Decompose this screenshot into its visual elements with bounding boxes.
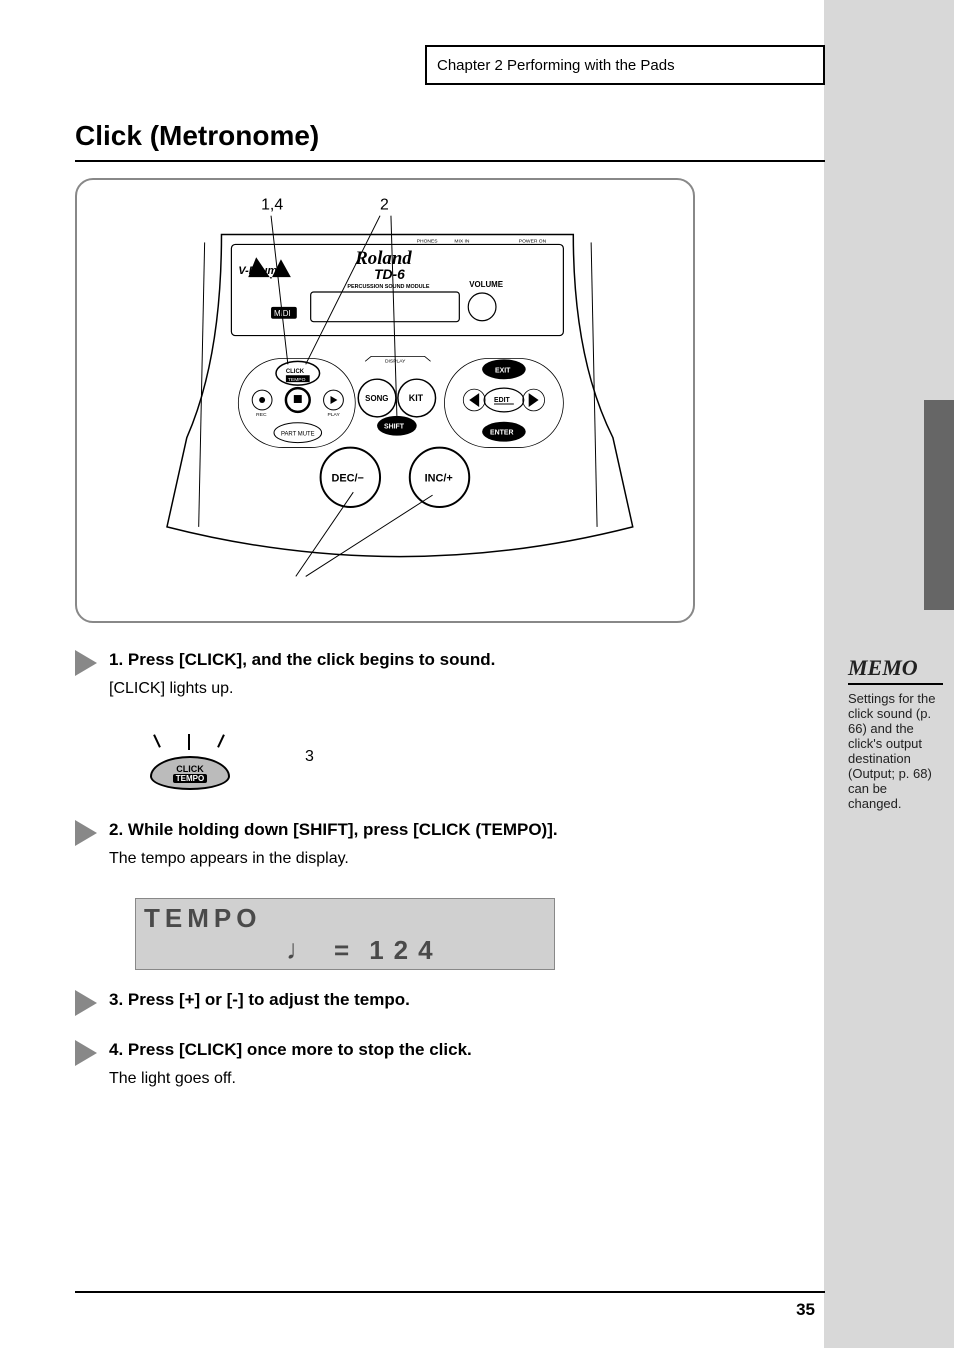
rec-label: REC (256, 412, 267, 418)
chapter-title-text: Chapter 2 Performing with the Pads (437, 57, 675, 74)
device-lcd (311, 292, 460, 322)
callout-line-3b (306, 495, 433, 576)
left-arrow-icon (469, 393, 479, 407)
kit-label: KIT (409, 393, 424, 403)
step-4-line: Press [CLICK] once more to stop the clic… (128, 1040, 472, 1059)
subtitle-text: PERCUSSION SOUND MODULE (347, 284, 430, 290)
step-3-line: Press [+] or [-] to adjust the tempo. (128, 990, 410, 1009)
stop-label-inside: STOP (291, 405, 305, 411)
step-4-row: 4. Press [CLICK] once more to stop the c… (75, 1038, 695, 1090)
phones-label: PHONES (417, 238, 439, 244)
page-number: 35 (796, 1300, 815, 1320)
step-2-number: 2. (109, 820, 128, 839)
step-1-line: Press [CLICK], and the click begins to s… (128, 650, 495, 669)
step-2-sub: The tempo appears in the display. (109, 848, 558, 870)
device-left-edge (199, 242, 205, 526)
step-3-row: 3. Press [+] or [-] to adjust the tempo. (75, 988, 695, 1016)
side-dark-tab (924, 400, 954, 610)
shift-label: SHIFT (384, 424, 405, 431)
memo-body: Settings for the click sound (p. 66) and… (848, 691, 943, 811)
click-button-figure: CLICK TEMPO (150, 756, 230, 790)
lcd-bottom-row: ♩ = 124 (286, 935, 443, 967)
click-icon-label1: CLICK (176, 764, 204, 774)
callout-step1-4: 1,4 (261, 197, 283, 214)
step-1-number: 1. (109, 650, 128, 669)
lcd-top-text: TEMPO (144, 903, 261, 934)
memo-header: MEMO (848, 655, 943, 681)
chapter-title-box: Chapter 2 Performing with the Pads (425, 45, 825, 85)
step-arrow-icon (75, 650, 97, 676)
click-icon-label2: TEMPO (173, 774, 207, 783)
quarter-note-icon: ♩ (286, 935, 324, 967)
callout-line-1 (271, 216, 288, 365)
ray2-icon (188, 734, 190, 750)
memo-underline (848, 683, 943, 685)
callout-step2: 2 (380, 197, 389, 214)
partmute-label: PART MUTE (281, 432, 315, 438)
model-text: TD-6 (374, 266, 405, 282)
volume-knob (468, 293, 496, 321)
play-triangle-icon (330, 396, 337, 404)
step-arrow-icon (75, 1040, 97, 1066)
device-panel-figure: 1,4 2 PHONES MIX IN POWER ON V-Drums MID… (75, 178, 695, 623)
song-label: SONG (365, 394, 388, 403)
callout-step3: 3 (305, 748, 314, 766)
lcd-value: 124 (369, 935, 442, 966)
volume-label: VOLUME (469, 280, 503, 289)
footer-line (75, 1291, 825, 1293)
section-underline (75, 160, 825, 162)
step-4-sub: The light goes off. (109, 1068, 472, 1090)
play-label: PLAY (328, 412, 341, 418)
power-label: POWER ON (519, 238, 547, 244)
section-title: Click (Metronome) (75, 120, 319, 152)
step-3-number: 3. (109, 990, 128, 1009)
memo-block: MEMO Settings for the click sound (p. 66… (848, 655, 943, 811)
edit-label: EDIT (494, 397, 511, 404)
tempo-label: TEMPO (288, 377, 306, 383)
lcd-equals: = (334, 935, 359, 966)
ray1-icon (153, 734, 161, 748)
exit-label: EXIT (495, 367, 511, 374)
page-content: Chapter 2 Performing with the Pads Click… (75, 0, 835, 1348)
step-4-number: 4. (109, 1040, 128, 1059)
step-arrow-icon (75, 990, 97, 1016)
ray3-icon (217, 734, 225, 748)
step-1-row: 1. Press [CLICK], and the click begins t… (75, 648, 695, 700)
mixin-label: MIX IN (454, 238, 470, 244)
dec-label: DEC/− (331, 472, 363, 484)
device-svg: 1,4 2 PHONES MIX IN POWER ON V-Drums MID… (77, 180, 693, 621)
step-2-line: While holding down [SHIFT], press [CLICK… (128, 820, 558, 839)
right-arrow-icon (529, 393, 539, 407)
click-label: CLICK (286, 369, 305, 375)
enter-label: ENTER (490, 430, 513, 437)
click-indicator-figure: CLICK TEMPO (140, 734, 240, 794)
step-1-sub: [CLICK] lights up. (109, 678, 495, 700)
stop-square-icon (294, 395, 302, 403)
lcd-display-figure: TEMPO ♩ = 124 (135, 898, 555, 970)
inc-label: INC/+ (425, 472, 453, 484)
step-2-row: 2. While holding down [SHIFT], press [CL… (75, 818, 695, 870)
step-arrow-icon (75, 820, 97, 846)
rec-dot-icon (259, 397, 265, 403)
